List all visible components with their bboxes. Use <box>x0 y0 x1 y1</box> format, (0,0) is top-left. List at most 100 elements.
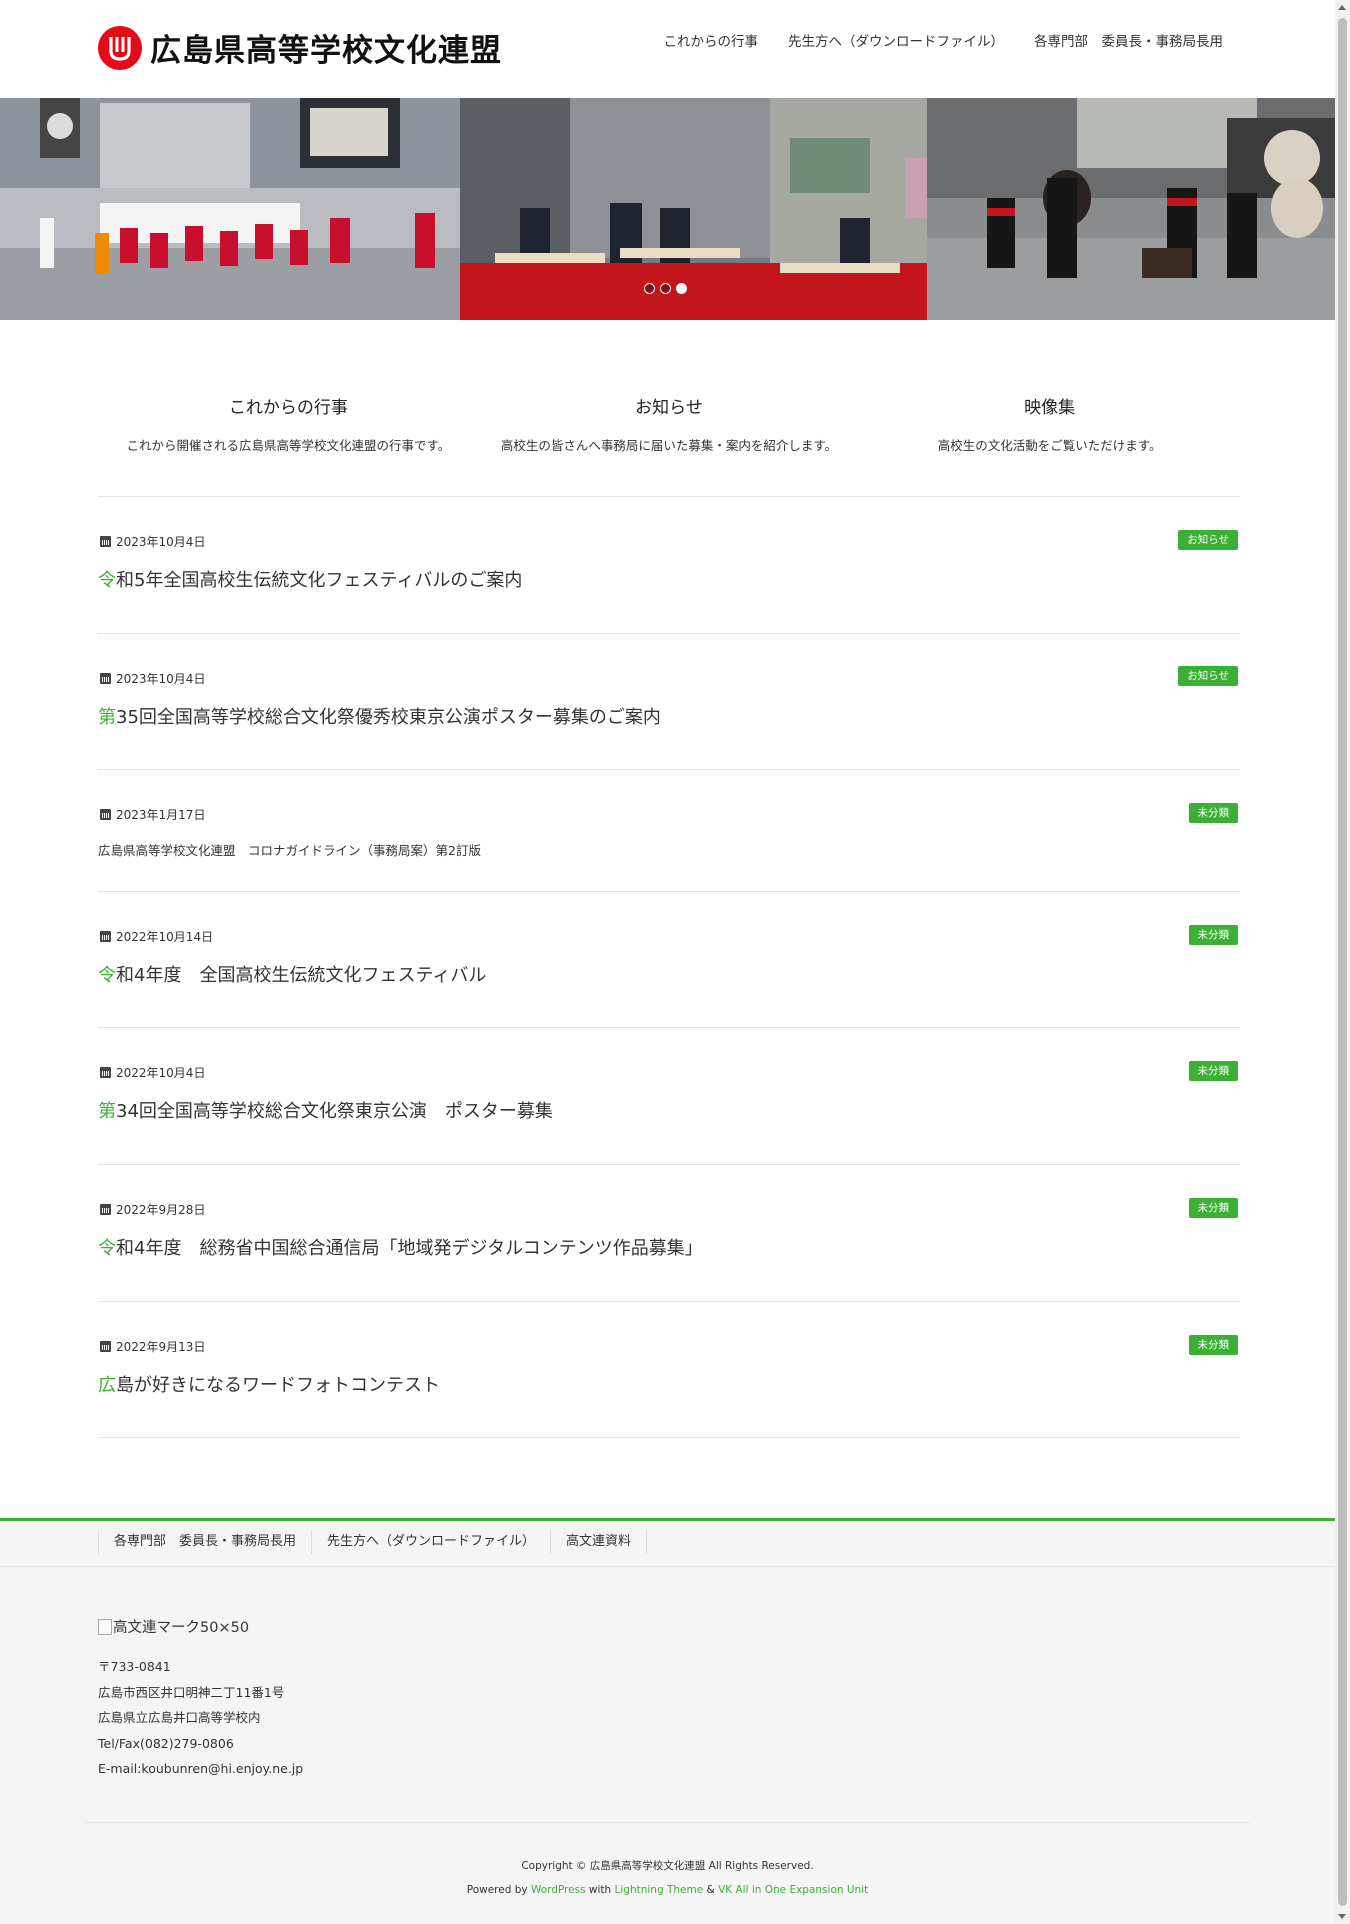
calendar-icon <box>100 673 111 684</box>
calendar-icon <box>100 1067 111 1078</box>
post-title-text: 和4年度 総務省中国総合通信局「地域発デジタルコンテンツ作品募集」 <box>116 1238 703 1259</box>
calendar-icon <box>100 1204 111 1215</box>
category-badge[interactable]: 未分類 <box>1188 1335 1238 1355</box>
post-date-text: 2023年10月4日 <box>116 672 206 686</box>
category-badge[interactable]: お知らせ <box>1178 530 1238 550</box>
footer-logo-alt-text: 高文連マーク50×50 <box>113 1620 250 1636</box>
post-list: 2023年10月4日 お知らせ 令和5年全国高校生伝統文化フェスティバルのご案内… <box>98 496 1240 1438</box>
post-title-text: 34回全国高等学校総合文化祭東京公演 ポスター募集 <box>116 1101 553 1122</box>
post-title[interactable]: 広島県高等学校文化連盟 コロナガイドライン（事務局案）第2訂版 <box>98 840 481 859</box>
post-item[interactable]: 2023年10月4日 お知らせ 第35回全国高等学校総合文化祭優秀校東京公演ポス… <box>98 634 1240 770</box>
calendar-icon <box>100 536 111 547</box>
footer-address: 〒733-0841 広島市西区井口明神二丁11番1号 広島県立広島井口高等学校内… <box>98 1654 303 1782</box>
post-title-text: 和5年全国高校生伝統文化フェスティバルのご案内 <box>116 570 523 591</box>
post-item[interactable]: 2022年10月14日 未分類 令和4年度 全国高校生伝統文化フェスティバル <box>98 892 1240 1028</box>
copyright: Copyright © 広島県高等学校文化連盟 All Rights Reser… <box>521 1860 814 1872</box>
slider-dot-1[interactable] <box>644 283 655 294</box>
post-item[interactable]: 2022年9月13日 未分類 広島が好きになるワードフォトコンテスト <box>98 1302 1240 1438</box>
wordpress-link[interactable]: WordPress <box>531 1884 586 1896</box>
post-item[interactable]: 2022年9月28日 未分類 令和4年度 総務省中国総合通信局「地域発デジタルコ… <box>98 1165 1240 1302</box>
post-title[interactable]: 第35回全国高等学校総合文化祭優秀校東京公演ポスター募集のご案内 <box>98 703 661 729</box>
calendar-icon <box>100 1341 111 1352</box>
post-title-first-char: 広 <box>98 1375 116 1396</box>
hero-slider[interactable] <box>0 98 1335 320</box>
feature-desc: 高校生の皆さんへ事務局に届いた募集・案内を紹介します。 <box>500 438 838 453</box>
feature-desc: これから開催される広島県高等学校文化連盟の行事です。 <box>126 438 451 453</box>
post-item[interactable]: 2022年10月4日 未分類 第34回全国高等学校総合文化祭東京公演 ポスター募… <box>98 1028 1240 1165</box>
footer-nav-documents[interactable]: 高文連資料 <box>550 1530 648 1554</box>
post-title-text: 35回全国高等学校総合文化祭優秀校東京公演ポスター募集のご案内 <box>116 707 661 728</box>
address-postal: 〒733-0841 <box>98 1659 171 1674</box>
post-title-first-char: 令 <box>98 965 116 986</box>
post-date-text: 2022年10月4日 <box>116 1066 206 1080</box>
divider <box>0 1566 1335 1567</box>
slider-pagination <box>644 283 687 294</box>
post-date-text: 2023年1月17日 <box>116 808 206 822</box>
post-item[interactable]: 2023年10月4日 お知らせ 令和5年全国高校生伝統文化フェスティバルのご案内 <box>98 496 1240 634</box>
footer-logo-broken-image: 高文連マーク50×50 <box>98 1616 249 1637</box>
feature-news[interactable]: お知らせ 高校生の皆さんへ事務局に届いた募集・案内を紹介します。 <box>479 393 860 454</box>
global-nav: これからの行事 先生方へ（ダウンロードファイル） 各専門部 委員長・事務局長用 <box>664 30 1224 50</box>
category-badge[interactable]: 未分類 <box>1188 1061 1238 1081</box>
feature-title: これからの行事 <box>228 398 348 418</box>
post-date: 2022年10月4日 <box>100 1064 205 1081</box>
post-date-text: 2022年9月28日 <box>116 1203 206 1217</box>
post-title[interactable]: 令和5年全国高校生伝統文化フェスティバルのご案内 <box>98 566 522 592</box>
calendar-icon <box>100 931 111 942</box>
page-scrollbar[interactable] <box>1335 0 1350 1924</box>
scrollbar-thumb[interactable] <box>1338 18 1347 1906</box>
category-badge[interactable]: お知らせ <box>1178 666 1238 686</box>
post-item[interactable]: 2023年1月17日 未分類 広島県高等学校文化連盟 コロナガイドライン（事務局… <box>98 770 1240 892</box>
footer-nav: 各専門部 委員長・事務局長用 先生方へ（ダウンロードファイル） 高文連資料 <box>98 1530 648 1554</box>
site-header: 広島県高等学校文化連盟 これからの行事 先生方へ（ダウンロードファイル） 各専門… <box>0 0 1335 98</box>
post-date: 2023年10月4日 <box>100 670 205 687</box>
nav-item-events[interactable]: これからの行事 <box>664 30 759 50</box>
post-title-text: 島が好きになるワードフォトコンテスト <box>116 1375 440 1396</box>
post-title-first-char: 第 <box>98 1101 116 1122</box>
address-school: 広島県立広島井口高等学校内 <box>98 1710 261 1725</box>
feature-videos[interactable]: 映像集 高校生の文化活動をご覧いただけます。 <box>859 393 1240 454</box>
vk-expansion-link[interactable]: VK All in One Expansion Unit <box>718 1884 868 1896</box>
calendar-icon <box>100 809 111 820</box>
slide-photo-taiko <box>927 98 1335 320</box>
footer-nav-committee[interactable]: 各専門部 委員長・事務局長用 <box>98 1530 311 1554</box>
feature-title: 映像集 <box>1024 398 1076 418</box>
feature-boxes: これからの行事 これから開催される広島県高等学校文化連盟の行事です。 お知らせ … <box>98 393 1240 454</box>
lightning-theme-link[interactable]: Lightning Theme <box>615 1884 704 1896</box>
feature-title: お知らせ <box>635 398 703 418</box>
powered-prefix: Powered by <box>466 1884 531 1896</box>
nav-item-teachers[interactable]: 先生方へ（ダウンロードファイル） <box>788 30 1004 50</box>
divider <box>84 1822 1250 1823</box>
feature-events[interactable]: これからの行事 これから開催される広島県高等学校文化連盟の行事です。 <box>98 393 479 454</box>
post-date: 2022年9月13日 <box>100 1338 205 1355</box>
post-title[interactable]: 第34回全国高等学校総合文化祭東京公演 ポスター募集 <box>98 1097 553 1123</box>
nav-item-committee[interactable]: 各専門部 委員長・事務局長用 <box>1034 30 1223 50</box>
post-title-first-char: 令 <box>98 570 116 591</box>
powered-amp: & <box>703 1884 719 1896</box>
post-date-text: 2023年10月4日 <box>116 535 206 549</box>
category-badge[interactable]: 未分類 <box>1188 925 1238 945</box>
slide-photo-brass-band <box>0 98 460 320</box>
broken-image-icon <box>98 1618 112 1635</box>
slider-dot-3[interactable] <box>676 283 687 294</box>
post-date: 2022年10月14日 <box>100 928 213 945</box>
scroll-down-icon[interactable] <box>1338 1914 1346 1919</box>
site-title: 広島県高等学校文化連盟 <box>150 33 502 69</box>
scroll-up-icon[interactable] <box>1338 5 1346 10</box>
post-date: 2022年9月28日 <box>100 1201 205 1218</box>
post-title[interactable]: 広島が好きになるワードフォトコンテスト <box>98 1371 440 1397</box>
post-title-text: 広島県高等学校文化連盟 コロナガイドライン（事務局案）第2訂版 <box>98 843 481 858</box>
site-logo[interactable]: 広島県高等学校文化連盟 <box>98 25 502 70</box>
powered-with: with <box>585 1884 615 1896</box>
footer-nav-teachers[interactable]: 先生方へ（ダウンロードファイル） <box>311 1530 550 1554</box>
category-badge[interactable]: 未分類 <box>1188 803 1238 823</box>
address-street: 広島市西区井口明神二丁11番1号 <box>98 1684 285 1700</box>
post-date-text: 2022年9月13日 <box>116 1340 206 1354</box>
post-title[interactable]: 令和4年度 総務省中国総合通信局「地域発デジタルコンテンツ作品募集」 <box>98 1234 703 1260</box>
category-badge[interactable]: 未分類 <box>1188 1198 1238 1218</box>
logo-mark-icon <box>98 25 142 70</box>
post-title[interactable]: 令和4年度 全国高校生伝統文化フェスティバル <box>98 961 486 987</box>
post-date: 2023年10月4日 <box>100 533 205 550</box>
site-footer: 各専門部 委員長・事務局長用 先生方へ（ダウンロードファイル） 高文連資料 高文… <box>0 1521 1335 1924</box>
slider-dot-2[interactable] <box>660 283 671 294</box>
